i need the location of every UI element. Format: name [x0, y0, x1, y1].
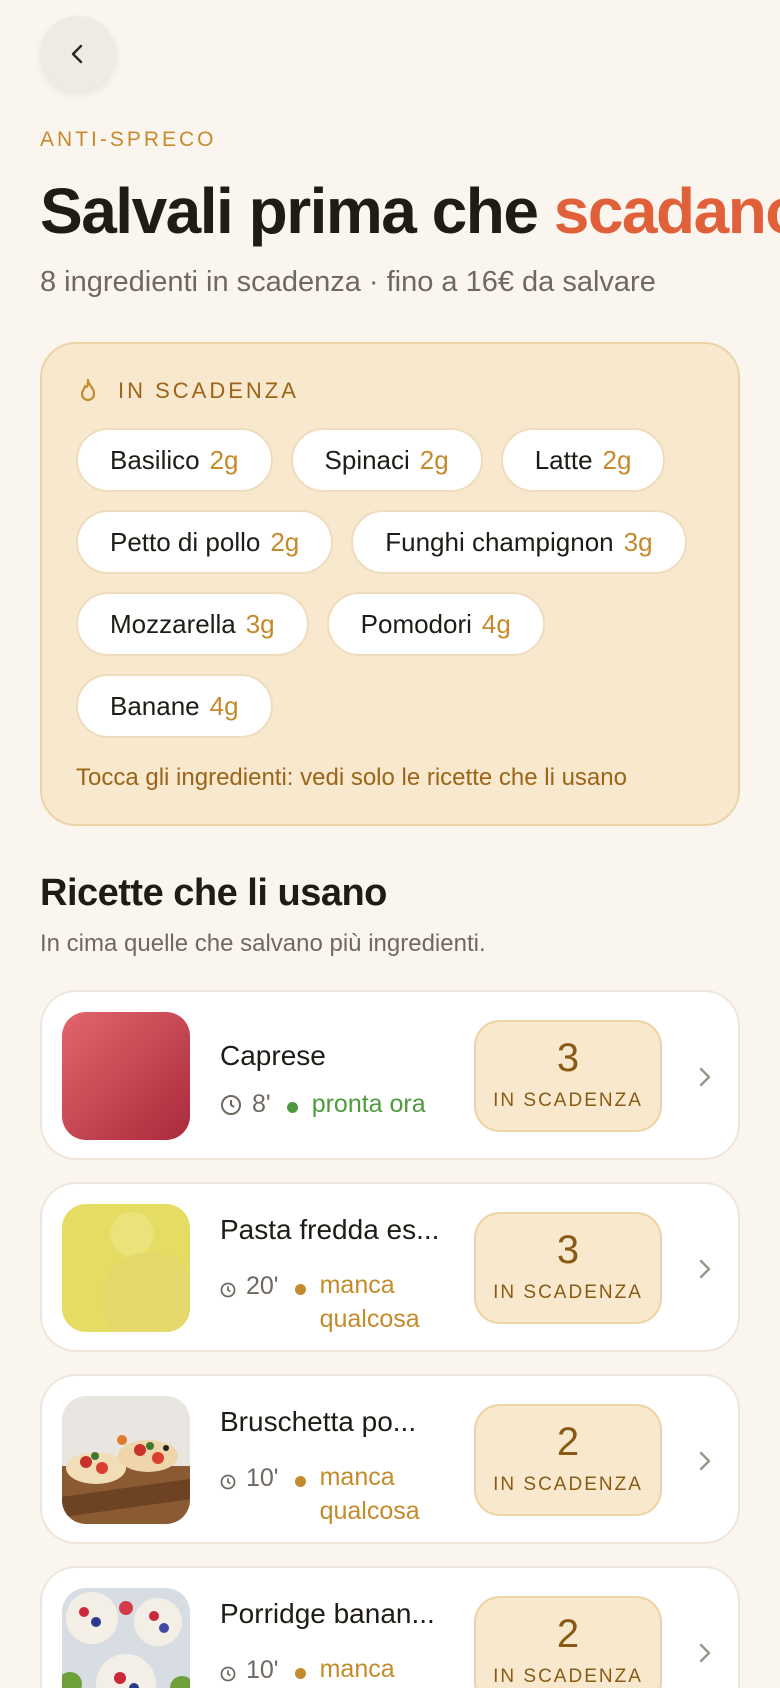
chip-latte[interactable]: Latte 2g	[500, 428, 666, 492]
chevron-right-icon	[699, 1451, 711, 1471]
expiring-count-badge: 2 IN SCADENZA	[474, 1596, 662, 1688]
chip-qty: 2g	[602, 444, 632, 475]
chip-qty: 4g	[481, 608, 511, 639]
clock-icon	[220, 1282, 236, 1298]
chip-name: Banane	[110, 690, 200, 721]
expiring-ingredients-card: IN SCADENZA Basilico 2g Spinaci 2g Latte 2g…	[40, 342, 740, 826]
recipe-card-caprese[interactable]: Caprese 8' pronta ora 3 IN SCADENZA	[40, 990, 740, 1160]
expiring-count-badge: 3 IN SCADENZA	[474, 1020, 662, 1132]
chip-qty: 3g	[245, 608, 275, 639]
recipe-card-bruschetta[interactable]: Bruschetta po... 10' manca qualcosa 2 IN…	[40, 1374, 740, 1544]
eyebrow-label: ANTI-SPRECO	[40, 128, 217, 151]
ingredient-chips: Basilico 2g Spinaci 2g Latte 2g Petto di po…	[76, 428, 716, 738]
flame-icon	[80, 378, 96, 402]
recipes-section-title: Ricette che li usano	[40, 872, 387, 914]
recipes-section-subtitle: In cima quelle che salvano più ingredien…	[40, 930, 486, 957]
recipe-status: manca qualcosa	[319, 1655, 395, 1683]
chip-name: Latte	[534, 444, 593, 475]
expiring-count-label: IN SCADENZA	[493, 1090, 643, 1111]
expiring-count-label: IN SCADENZA	[493, 1474, 643, 1495]
expiring-count: 3	[556, 1036, 580, 1080]
recipe-status: manca qualcosa	[319, 1271, 420, 1333]
recipe-time: 10'	[246, 1656, 279, 1684]
clock-icon	[221, 1095, 241, 1115]
chip-name: Pomodori	[360, 608, 472, 639]
recipe-card-pasta-fredda[interactable]: Pasta fredda es... 20' manca qualcosa 3 …	[40, 1182, 740, 1352]
status-dot	[294, 1668, 306, 1679]
recipe-meta: 8' pronta ora	[220, 1090, 426, 1119]
recipe-thumbnail	[62, 1588, 190, 1688]
expiring-count-label: IN SCADENZA	[493, 1666, 643, 1687]
expiring-count-badge: 3 IN SCADENZA	[474, 1212, 662, 1324]
expiring-count: 2	[556, 1612, 580, 1656]
chevron-right-icon	[699, 1259, 711, 1279]
title-accent: scadano	[553, 175, 780, 247]
chip-banane[interactable]: Banane 4g	[76, 674, 273, 738]
recipe-thumbnail	[62, 1396, 190, 1524]
status-dot	[286, 1102, 298, 1113]
chip-name: Basilico	[110, 444, 200, 475]
recipe-status: manca qualcosa	[319, 1463, 420, 1525]
chip-pomodori[interactable]: Pomodori 4g	[326, 592, 545, 656]
recipe-name: Porridge banan...	[220, 1598, 435, 1629]
recipe-card-porridge[interactable]: Porridge banan... 10' manca qualcosa 2 I…	[40, 1566, 740, 1688]
chip-funghi-champignon[interactable]: Funghi champignon 3g	[351, 510, 687, 574]
chip-name: Mozzarella	[110, 608, 236, 639]
recipe-list: Caprese 8' pronta ora 3 IN SCADENZA Past…	[40, 990, 740, 1688]
clock-icon	[220, 1474, 236, 1490]
recipe-name: Caprese	[220, 1040, 326, 1071]
page-subtitle: 8 ingredienti in scadenza · fino a 16€ d…	[40, 266, 656, 298]
title-main: Salvali prima che	[40, 175, 554, 247]
recipe-meta: 10' manca qualcosa	[220, 1460, 440, 1528]
recipe-name: Bruschetta po...	[220, 1406, 417, 1437]
chip-qty: 3g	[623, 526, 653, 557]
recipe-time: 20'	[246, 1272, 279, 1300]
chip-petto-di-pollo[interactable]: Petto di pollo 2g	[76, 510, 334, 574]
chip-name: Petto di pollo	[110, 526, 261, 557]
expiring-count-badge: 2 IN SCADENZA	[474, 1404, 662, 1516]
page-title: Salvali prima che scadano	[40, 172, 780, 250]
chevron-right-icon	[699, 1067, 711, 1087]
chip-qty: 2g	[419, 444, 449, 475]
expiring-heading: IN SCADENZA	[118, 378, 299, 403]
chevron-right-icon	[699, 1643, 711, 1663]
status-dot	[294, 1476, 306, 1487]
expiring-count: 3	[556, 1228, 580, 1272]
chip-qty: 2g	[209, 444, 239, 475]
recipe-thumbnail	[62, 1204, 190, 1332]
status-dot	[294, 1284, 306, 1295]
recipe-thumbnail	[62, 1012, 190, 1140]
recipe-meta: 10' manca qualcosa	[220, 1652, 440, 1688]
chip-qty: 2g	[270, 526, 300, 557]
recipe-meta: 20' manca qualcosa	[220, 1268, 440, 1336]
back-button[interactable]	[40, 16, 116, 92]
recipe-time: 10'	[246, 1464, 279, 1492]
expiring-count: 2	[556, 1420, 580, 1464]
expiring-count-label: IN SCADENZA	[493, 1282, 643, 1303]
chevron-left-icon	[71, 44, 83, 64]
chip-mozzarella[interactable]: Mozzarella 3g	[76, 592, 309, 656]
expiring-hint: Tocca gli ingredienti: vedi solo le rice…	[76, 764, 627, 791]
chip-basilico[interactable]: Basilico 2g	[76, 428, 273, 492]
chip-name: Spinaci	[324, 444, 410, 475]
chip-name: Funghi champignon	[385, 526, 614, 557]
recipe-name: Pasta fredda es...	[220, 1214, 440, 1245]
recipe-time: 8'	[252, 1090, 271, 1118]
expiring-header: IN SCADENZA	[76, 378, 299, 404]
chip-qty: 4g	[209, 690, 239, 721]
recipe-status: pronta ora	[311, 1090, 426, 1118]
clock-icon	[220, 1666, 236, 1682]
chip-spinaci[interactable]: Spinaci 2g	[290, 428, 483, 492]
